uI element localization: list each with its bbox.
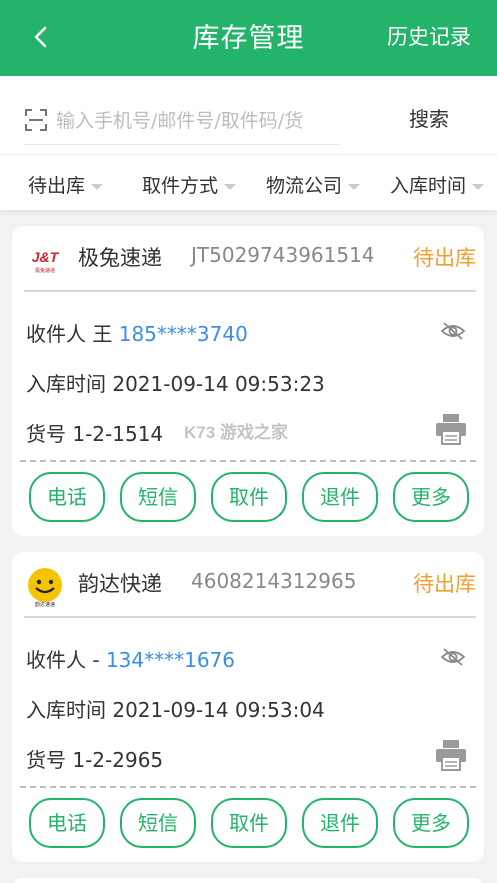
recipient-name: - <box>92 648 100 672</box>
pickup-button[interactable]: 取件 <box>211 472 287 522</box>
code-label: 货号 <box>26 748 66 772</box>
filter-courier-label: 物流公司 <box>266 175 343 197</box>
svg-text:J&T: J&T <box>32 249 60 265</box>
stock-in-time-row: 入库时间 2021-09-14 09:53:04 <box>26 694 325 723</box>
courier-name: 极兔速递 <box>78 246 162 270</box>
svg-text:韵达速递: 韵达速递 <box>35 601 55 608</box>
dashed-divider <box>20 786 476 788</box>
sms-button[interactable]: 短信 <box>120 472 196 522</box>
filter-status-label: 待出库 <box>28 175 86 197</box>
shelf-code-row: 货号 1-2-2965 <box>26 744 163 773</box>
return-button[interactable]: 退件 <box>302 472 378 522</box>
code-value: 1-2-1514 <box>72 422 164 446</box>
svg-text:极兔速递: 极兔速递 <box>35 267 55 274</box>
scan-icon[interactable] <box>24 108 48 132</box>
filter-status[interactable]: 待出库 <box>28 171 104 198</box>
shelf-code-row: 货号 1-2-1514 <box>26 418 163 447</box>
call-button[interactable]: 电话 <box>29 472 105 522</box>
parcel-card: 韵达速递 韵达快递 4608214312965 待出库 收件人 - 134***… <box>12 552 484 862</box>
watermark: K73 游戏之家 <box>184 418 288 443</box>
code-label: 货号 <box>26 422 66 446</box>
watermark-text: K73 游戏之家 <box>184 423 288 442</box>
filter-time[interactable]: 入库时间 <box>390 171 485 198</box>
printer-icon[interactable] <box>434 412 468 446</box>
dashed-divider <box>20 460 476 462</box>
search-input[interactable] <box>56 104 340 138</box>
status-badge: 待出库 <box>413 572 476 596</box>
time-label: 入库时间 <box>26 372 106 396</box>
filter-bar: 待出库 取件方式 物流公司 入库时间 <box>0 154 497 210</box>
recipient-phone[interactable]: 185****3740 <box>119 322 248 346</box>
filter-time-label: 入库时间 <box>390 175 467 197</box>
recipient-row: 收件人 - 134****1676 <box>26 644 235 673</box>
jt-express-logo: J&T 极兔速递 <box>32 249 60 274</box>
top-bar: 库存管理 历史记录 <box>0 0 497 76</box>
recipient-row: 收件人 王 185****3740 <box>26 318 248 347</box>
eye-hidden-icon[interactable] <box>440 320 466 342</box>
yunda-logo: 韵达速递 <box>28 568 62 608</box>
caret-down-icon <box>348 183 361 190</box>
courier-name: 韵达快递 <box>78 572 162 596</box>
recipient-phone[interactable]: 134****1676 <box>106 648 235 672</box>
more-button[interactable]: 更多 <box>393 798 469 848</box>
card-divider <box>24 290 476 292</box>
filter-pickup-method-label: 取件方式 <box>142 175 219 197</box>
caret-down-icon <box>224 183 237 190</box>
filter-pickup-method[interactable]: 取件方式 <box>142 171 237 198</box>
eye-hidden-icon[interactable] <box>440 646 466 668</box>
search-area: 搜索 <box>0 76 497 154</box>
history-button[interactable]: 历史记录 <box>387 21 471 51</box>
tracking-number: JT5029743961514 <box>191 243 375 267</box>
status-badge: 待出库 <box>413 246 476 270</box>
filter-courier[interactable]: 物流公司 <box>266 171 361 198</box>
recipient-label: 收件人 <box>26 648 86 672</box>
sms-button[interactable]: 短信 <box>120 798 196 848</box>
time-value: 2021-09-14 09:53:23 <box>112 372 325 396</box>
card-divider <box>24 616 476 618</box>
pickup-button[interactable]: 取件 <box>211 798 287 848</box>
recipient-label: 收件人 <box>26 322 86 346</box>
code-value: 1-2-2965 <box>72 748 164 772</box>
caret-down-icon <box>91 183 104 190</box>
recipient-name: 王 <box>92 322 113 346</box>
stock-in-time-row: 入库时间 2021-09-14 09:53:23 <box>26 368 325 397</box>
time-value: 2021-09-14 09:53:04 <box>112 698 325 722</box>
caret-down-icon <box>472 183 485 190</box>
time-label: 入库时间 <box>26 698 106 722</box>
return-button[interactable]: 退件 <box>302 798 378 848</box>
parcel-card-partial <box>12 878 484 883</box>
more-button[interactable]: 更多 <box>393 472 469 522</box>
call-button[interactable]: 电话 <box>29 798 105 848</box>
search-button[interactable]: 搜索 <box>409 103 449 132</box>
tracking-number: 4608214312965 <box>191 569 357 593</box>
parcel-card: J&T 极兔速递 极兔速递 JT5029743961514 待出库 收件人 王 … <box>12 226 484 536</box>
printer-icon[interactable] <box>434 738 468 772</box>
search-underline <box>24 144 340 145</box>
